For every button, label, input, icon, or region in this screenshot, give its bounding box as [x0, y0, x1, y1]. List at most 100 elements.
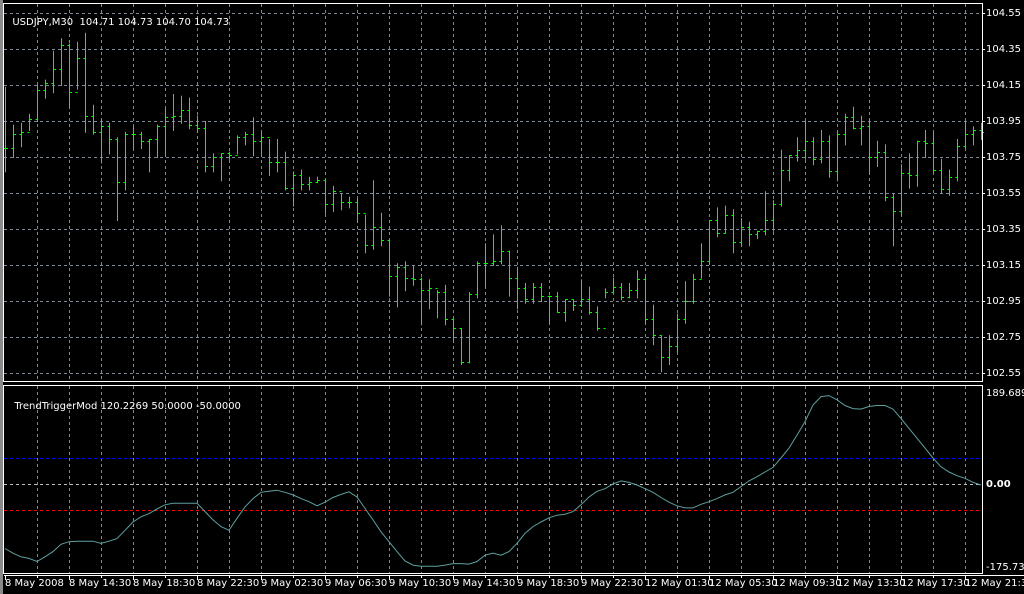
ohlc-bar: [3, 86, 8, 173]
ohlc-bar: [11, 124, 16, 158]
price-label: 103.75: [986, 151, 1021, 163]
ohlc-bar: [347, 196, 352, 209]
ohlc-bar: [891, 193, 896, 247]
ohlc-bar: [243, 131, 248, 146]
time-label: 12 May 01:30: [645, 578, 714, 589]
ohlc-bar: [675, 313, 680, 353]
time-label: 9 May 10:30: [389, 578, 452, 589]
indicator-scale-max: 189.689: [986, 388, 1024, 399]
ohlc-bar: [355, 198, 360, 223]
indicator-name: TrendTriggerMod: [14, 401, 98, 412]
ohlc-bar: [915, 140, 920, 187]
ohlc-bar: [643, 275, 648, 324]
time-label: 12 May 21:30: [965, 578, 1024, 589]
ohlc-bar: [235, 135, 240, 156]
ohlc-bar: [923, 130, 928, 158]
ohlc-bar: [867, 119, 872, 175]
ohlc-bar: [19, 122, 24, 148]
time-label: 9 May 02:30: [261, 578, 324, 589]
price-label: 103.35: [986, 223, 1021, 235]
ohlc-bar: [835, 131, 840, 182]
time-label: 9 May 06:30: [325, 578, 388, 589]
price-label: 102.55: [986, 367, 1021, 379]
ohlc-bar: [59, 38, 64, 86]
ohlc-bar: [715, 207, 720, 238]
ohlc-bar: [251, 117, 256, 157]
ohlc-bar: [203, 121, 208, 173]
ohlc-bar: [387, 239, 392, 297]
indicator-level-low: -50.0000: [195, 401, 241, 412]
ohlc-bar: [179, 95, 184, 124]
indicator-value: 120.2269: [100, 401, 149, 412]
ohlc-bar: [163, 108, 168, 157]
ohlc-bar: [91, 104, 96, 135]
ohlc-bar: [459, 328, 464, 365]
ohlc-bar: [323, 180, 328, 214]
ohlc-bar: [539, 283, 544, 302]
symbol-label: USDJPY,M30: [12, 17, 74, 28]
indicator-header: TrendTriggerMod 120.2269 50.0000 -50.000…: [8, 390, 241, 412]
ohlc-bar: [563, 299, 568, 322]
ohlc-bar: [99, 119, 104, 164]
ohlc-bar: [83, 32, 88, 133]
ohlc-bar: [299, 169, 304, 191]
ohlc-bar: [555, 292, 560, 313]
indicator-panel-frame: [3, 385, 983, 574]
price-label: 102.95: [986, 295, 1021, 307]
ohlc-bar: [155, 124, 160, 158]
indicator-scale-min: -175.738: [986, 562, 1024, 573]
ohlc-bar: [43, 79, 48, 99]
ohlc-bar: [595, 306, 600, 331]
ohlc-bar: [427, 279, 432, 310]
price-label: 103.95: [986, 115, 1021, 127]
ohlc-bar: [531, 283, 536, 304]
ohlc-bar: [267, 137, 272, 176]
price-label: 103.55: [986, 187, 1021, 199]
ohlc-bar: [779, 149, 784, 207]
panel-frames: [3, 3, 1024, 580]
time-label: 8 May 2008: [5, 578, 64, 589]
price-label: 104.55: [986, 7, 1021, 19]
ohlc-bar: [731, 209, 736, 254]
ohlc-bar: [603, 288, 608, 329]
price-bars: [3, 32, 984, 373]
ohlc-bar: [651, 304, 656, 346]
ohlc-bar: [171, 94, 176, 131]
ohlc-bar: [395, 263, 400, 308]
ohlc-bar: [291, 171, 296, 207]
ohlc-bar: [667, 335, 672, 365]
ohlc-bar: [811, 137, 816, 166]
main-panel-frame: [3, 3, 983, 382]
ohlc-bar: [491, 234, 496, 266]
close-value: 104.73: [194, 17, 230, 28]
ohlc-bar: [443, 284, 448, 326]
ohlc-bar: [635, 270, 640, 299]
ohlc-bar: [907, 153, 912, 189]
ohlc-bar: [523, 283, 528, 304]
ohlc-bar: [67, 43, 72, 108]
time-label: 12 May 05:30: [709, 578, 778, 589]
ohlc-bar: [827, 135, 832, 178]
ohlc-bar: [683, 281, 688, 324]
time-label: 9 May 14:30: [453, 578, 516, 589]
time-label: 12 May 09:30: [773, 578, 842, 589]
grid: [4, 4, 985, 573]
time-label: 9 May 18:30: [517, 578, 580, 589]
chart-canvas[interactable]: [0, 0, 1024, 594]
ohlc-bar: [547, 295, 552, 324]
ohlc-bar: [259, 131, 264, 157]
ohlc-bar: [27, 113, 32, 133]
ohlc-bar: [851, 106, 856, 130]
chart-header: USDJPY,M30 104.71 104.73 104.70 104.73: [6, 6, 229, 28]
ohlc-bar: [211, 153, 216, 173]
ohlc-bar: [331, 185, 336, 212]
ohlc-bar: [515, 266, 520, 310]
ohlc-bar: [219, 153, 224, 182]
ohlc-bar: [843, 113, 848, 146]
ohlc-bar: [147, 139, 152, 173]
time-label: 9 May 22:30: [581, 578, 644, 589]
ohlc-bar: [51, 50, 56, 94]
ohlc-bar: [227, 151, 232, 160]
ohlc-bar: [315, 176, 320, 184]
indicator-scale-zero: 0.00: [986, 479, 1011, 490]
